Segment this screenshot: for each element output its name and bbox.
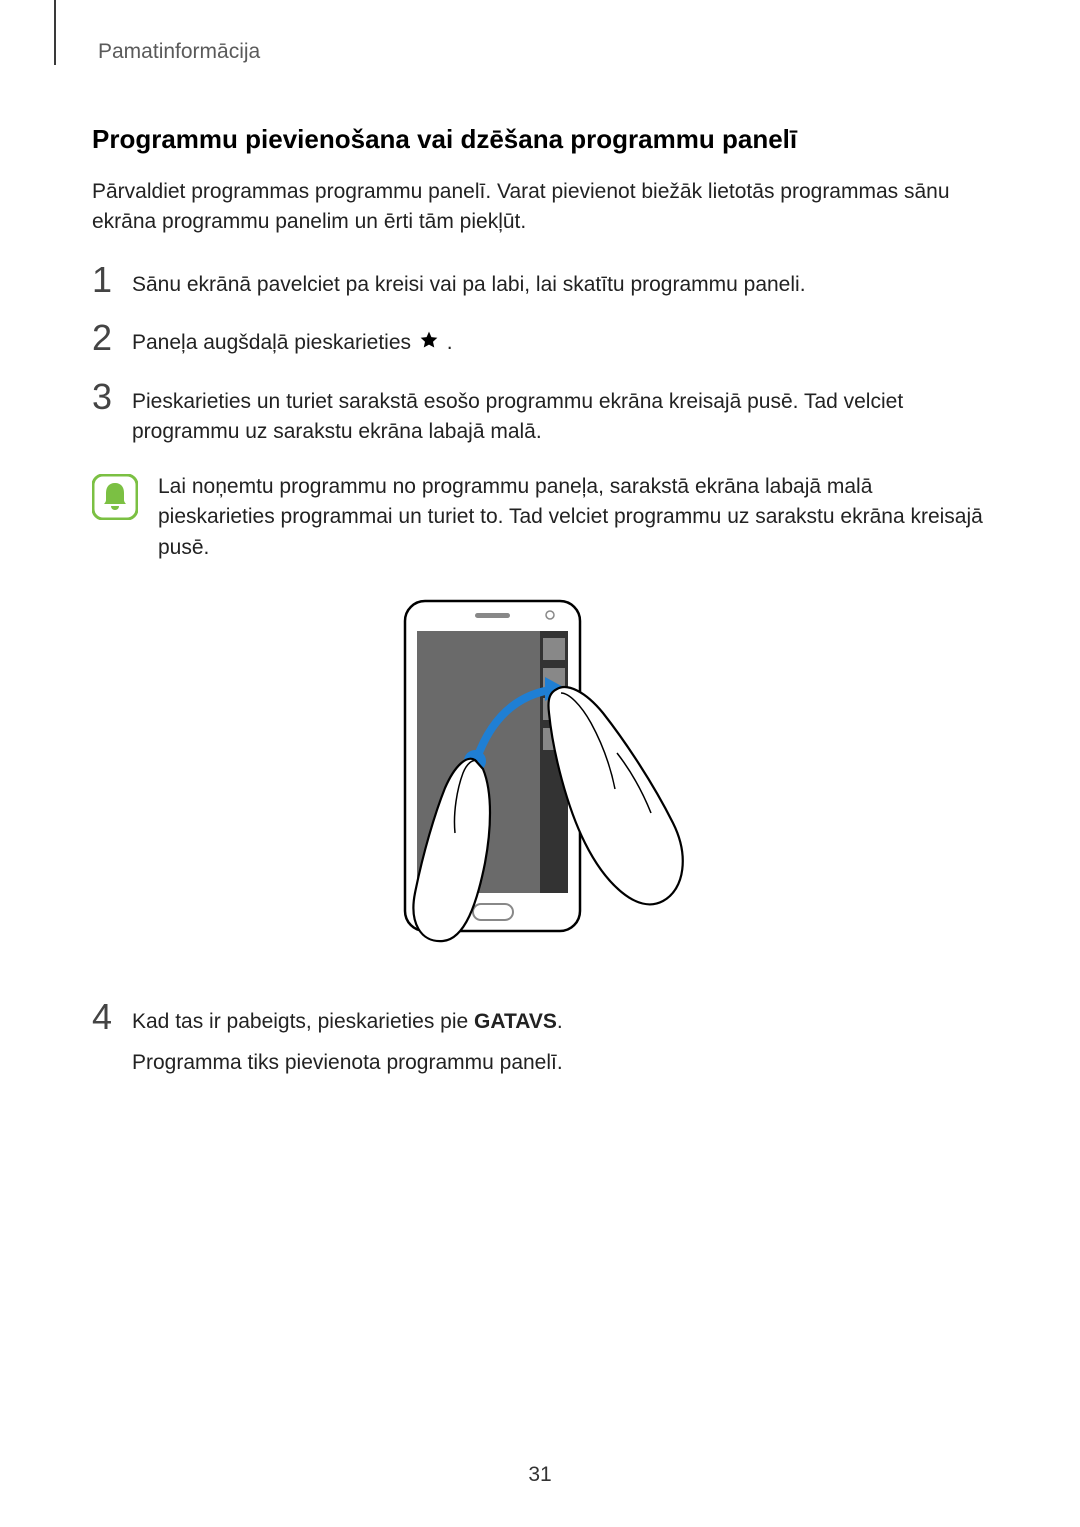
header-rule (54, 0, 56, 65)
step-2: 2 Paneļa augšdaļā pieskarieties . (92, 324, 988, 359)
step-2-pre: Paneļa augšdaļā pieskarieties (132, 331, 417, 354)
phone-drag-illustration (385, 593, 695, 953)
note-block: Lai noņemtu programmu no programmu paneļ… (92, 472, 988, 563)
section-intro: Pārvaldiet programmas programmu panelī. … (92, 177, 988, 238)
step-2-post: . (447, 331, 453, 354)
step-number: 3 (92, 379, 132, 415)
step-4-text: Kad tas ir pabeigts, pieskarieties pie G… (132, 1003, 563, 1078)
step-1-text: Sānu ekrānā pavelciet pa kreisi vai pa l… (132, 266, 806, 300)
step-number: 2 (92, 320, 132, 356)
header-label: Pamatinformācija (98, 40, 988, 64)
step-3: 3 Pieskarieties un turiet sarakstā esošo… (92, 383, 988, 448)
step-1: 1 Sānu ekrānā pavelciet pa kreisi vai pa… (92, 266, 988, 300)
step-4-line1-pre: Kad tas ir pabeigts, pieskarieties pie (132, 1010, 474, 1033)
illustration-wrap (92, 593, 988, 953)
step-number: 4 (92, 999, 132, 1035)
step-4: 4 Kad tas ir pabeigts, pieskarieties pie… (92, 1003, 988, 1078)
step-number: 1 (92, 262, 132, 298)
step-4-line2: Programma tiks pievienota programmu pane… (132, 1048, 563, 1078)
step-4-line1-bold: GATAVS (474, 1010, 557, 1033)
page-content: Pamatinformācija Programmu pievienošana … (0, 0, 1080, 1078)
note-text: Lai noņemtu programmu no programmu paneļ… (158, 472, 988, 563)
page-number: 31 (0, 1463, 1080, 1487)
step-2-text: Paneļa augšdaļā pieskarieties . (132, 324, 453, 359)
star-icon (419, 329, 439, 359)
step-4-line1-post: . (557, 1010, 563, 1033)
bell-note-icon (92, 474, 138, 520)
step-3-text: Pieskarieties un turiet sarakstā esošo p… (132, 383, 988, 448)
section-title: Programmu pievienošana vai dzēšana progr… (92, 124, 988, 155)
